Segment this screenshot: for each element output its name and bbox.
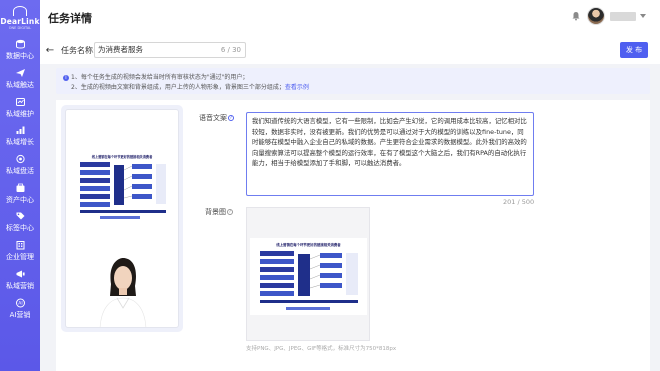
- task-name-row: ← 任务名称: 为消费者服务 6 / 30 发 布: [40, 36, 660, 64]
- notice-line-1: 1、每个任务生成的视频会发给当时所有审核状态为"通过"的用户；: [71, 74, 249, 81]
- sidebar-item-label: 标签中心: [6, 224, 34, 233]
- sidebar-item-label: 数据中心: [6, 52, 34, 61]
- background-label: 背景图: [205, 208, 226, 216]
- background-hint: 支持PNG、JPG、JPEG、GIF等格式，标准尺寸为750*818px: [246, 346, 397, 352]
- sidebar-item-data-center[interactable]: 数据中心: [0, 36, 40, 65]
- sidebar-item-tag[interactable]: 标签中心: [0, 208, 40, 237]
- avatar[interactable]: [587, 7, 605, 25]
- sidebar-item-label: AI营销: [9, 310, 31, 319]
- sidebar-item-growth[interactable]: 私域增长: [0, 122, 40, 151]
- sidebar-item-ai[interactable]: AI AI营销: [0, 294, 40, 323]
- marketing-icon: [15, 269, 26, 279]
- sidebar-item-send[interactable]: 私域触达: [0, 65, 40, 94]
- tag-icon: [15, 211, 26, 221]
- sidebar-item-label: 私域维护: [6, 109, 34, 118]
- logo-mark: [13, 6, 27, 16]
- sidebar-item-label: 资产中心: [6, 195, 34, 204]
- diagram-graphic: [80, 162, 166, 219]
- publish-button[interactable]: 发 布: [620, 42, 648, 58]
- background-image-upload[interactable]: 线上营销在每个环节更好的链接相关消费者: [246, 207, 370, 341]
- sidebar-item-marketing[interactable]: 私域营销: [0, 266, 40, 295]
- task-name-counter: 6 / 30: [220, 46, 241, 54]
- help-icon[interactable]: ?: [227, 209, 233, 215]
- script-textarea[interactable]: 我们知道传统的大语言模型，它有一些限制，比如会产生幻觉，它的调用成本比较高，记忆…: [246, 112, 534, 196]
- sidebar-item-asset[interactable]: 资产中心: [0, 179, 40, 208]
- background-image-thumbnail: 线上营销在每个环节更好的链接相关消费者: [250, 238, 367, 315]
- diagram-graphic: [260, 251, 358, 310]
- maintain-icon: [15, 97, 26, 107]
- sidebar-item-maintain[interactable]: 私域维护: [0, 93, 40, 122]
- back-arrow-icon[interactable]: ←: [44, 45, 56, 56]
- sidebar-item-activate[interactable]: 私域盘活: [0, 151, 40, 180]
- data-center-icon: [15, 39, 26, 49]
- script-label: 语音文案: [199, 114, 227, 122]
- brand-logo[interactable]: DearLink ONE DIGITAL: [0, 0, 40, 36]
- send-icon: [15, 68, 26, 78]
- preview-background-image: 线上营销在每个环节更好的链接相关消费者: [70, 150, 174, 224]
- notice-line-2: 2、生成的视频由文案和背景组成，用户上传的人物形象，背景图三个部分组成；: [71, 84, 285, 91]
- task-name-value: 为消费者服务: [98, 45, 143, 54]
- preview-screen: 线上营销在每个环节更好的链接相关消费者: [65, 109, 179, 328]
- sidebar-item-label: 私域触达: [6, 81, 34, 90]
- sidebar-item-label: 私域增长: [6, 138, 34, 147]
- task-name-input[interactable]: 为消费者服务 6 / 30: [94, 42, 246, 58]
- brand-tagline: ONE DIGITAL: [8, 26, 32, 30]
- chevron-down-icon[interactable]: [640, 14, 646, 18]
- info-icon: i: [63, 74, 69, 81]
- growth-icon: [15, 125, 26, 135]
- video-preview: 线上营销在每个环节更好的链接相关消费者: [61, 105, 183, 332]
- bell-icon[interactable]: [571, 11, 581, 21]
- asset-icon: [15, 183, 26, 193]
- task-name-label: 任务名称:: [61, 45, 96, 55]
- activate-icon: [15, 154, 26, 164]
- script-counter: 201 / 500: [503, 198, 535, 206]
- user-name-redacted[interactable]: [610, 11, 636, 21]
- view-example-link[interactable]: 查看示例: [285, 84, 309, 91]
- top-header: 任务详情: [40, 0, 660, 36]
- person-avatar-image: [99, 258, 147, 327]
- brand-name: DearLink: [0, 17, 40, 26]
- page-title: 任务详情: [48, 12, 92, 25]
- ai-icon: AI: [15, 298, 26, 308]
- help-icon[interactable]: ?: [228, 115, 234, 121]
- sidebar: DearLink ONE DIGITAL 数据中心私域触达私域维护私域增长私域盘…: [0, 0, 40, 371]
- notice-banner: i 1、每个任务生成的视频会发给当时所有审核状态为"通过"的用户； 2、生成的视频…: [56, 68, 650, 94]
- sidebar-item-label: 私域营销: [6, 281, 34, 290]
- sidebar-item-label: 私域盘活: [6, 167, 34, 176]
- sidebar-item-label: 企业管理: [6, 253, 34, 262]
- sidebar-item-enterprise[interactable]: 企业管理: [0, 237, 40, 266]
- enterprise-icon: [15, 240, 26, 250]
- svg-text:AI: AI: [18, 300, 22, 306]
